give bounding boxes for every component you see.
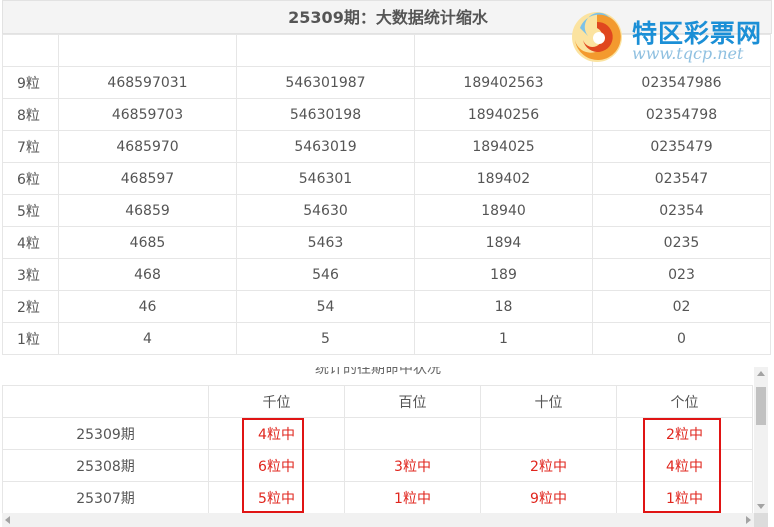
row-label: 7粒: [2, 130, 59, 163]
number-cell: 1894: [414, 226, 593, 259]
row-label: 4粒: [2, 226, 59, 259]
number-cell: 02354: [592, 194, 771, 227]
table-row: 4粒 4685 5463 1894 0235: [2, 226, 771, 259]
history-section-title: 统计的往期命中状况: [315, 367, 441, 377]
hit-cell: [344, 417, 481, 450]
number-cell: 5463: [236, 226, 415, 259]
period-label: 25307期: [2, 481, 209, 513]
number-cell: 1: [414, 322, 593, 355]
scroll-thumb[interactable]: [756, 387, 766, 425]
history-row: 25309期 4粒中 2粒中: [2, 417, 753, 450]
number-cell: 4685: [58, 226, 237, 259]
hit-cell: 4粒中: [208, 417, 345, 450]
number-cell: 0235: [592, 226, 771, 259]
horizontal-scrollbar[interactable]: [2, 513, 754, 527]
row-label: 6粒: [2, 162, 59, 195]
number-cell: 546301: [236, 162, 415, 195]
number-cell: 18: [414, 290, 593, 323]
column-header: 千位: [208, 385, 345, 418]
number-cell: 54630198: [236, 98, 415, 131]
history-row: 25307期 5粒中 1粒中 9粒中 1粒中: [2, 481, 753, 513]
column-header: [2, 385, 209, 418]
scrollbar-corner: [754, 513, 768, 527]
column-header: 个位: [616, 385, 753, 418]
vertical-scrollbar[interactable]: [754, 367, 768, 513]
hit-cell: 6粒中: [208, 449, 345, 482]
row-label: 9粒: [2, 66, 59, 99]
history-header-row: 千位 百位 十位 个位: [2, 385, 753, 418]
number-cell: 546301987: [236, 66, 415, 99]
row-label: 1粒: [2, 322, 59, 355]
history-table: 千位 百位 十位 个位 25309期 4粒中 2粒中 25308期 6粒中 3粒中 2粒中 4粒中 25…: [2, 385, 753, 513]
site-logo[interactable]: 特区彩票网 www.tqcp.net: [570, 8, 770, 64]
row-label: 5粒: [2, 194, 59, 227]
period-label: 25308期: [2, 449, 209, 482]
number-cell: 468: [58, 258, 237, 291]
logo-url: www.tqcp.net: [632, 44, 744, 63]
table-row: 6粒 468597 546301 189402 023547: [2, 162, 771, 195]
hit-cell: 1粒中: [616, 481, 753, 513]
column-header: 十位: [480, 385, 617, 418]
table-row: 5粒 46859 54630 18940 02354: [2, 194, 771, 227]
hit-cell: 5粒中: [208, 481, 345, 513]
swirl-logo-icon: [572, 12, 622, 62]
number-cell: 189402563: [414, 66, 593, 99]
number-cell: 02354798: [592, 98, 771, 131]
number-cell: 1894025: [414, 130, 593, 163]
hit-cell: 3粒中: [344, 449, 481, 482]
hit-cell: 1粒中: [344, 481, 481, 513]
number-cell: 5463019: [236, 130, 415, 163]
number-cell: 4: [58, 322, 237, 355]
table-row: 9粒 468597031 546301987 189402563 023547986: [2, 66, 771, 99]
period-label: 25309期: [2, 417, 209, 450]
table-row: 8粒 46859703 54630198 18940256 02354798: [2, 98, 771, 131]
number-cell: 023: [592, 258, 771, 291]
number-cell: 02: [592, 290, 771, 323]
table-row: 3粒 468 546 189 023: [2, 258, 771, 291]
row-label: 2粒: [2, 290, 59, 323]
history-row: 25308期 6粒中 3粒中 2粒中 4粒中: [2, 449, 753, 482]
number-cell: 0235479: [592, 130, 771, 163]
history-panel[interactable]: 统计的往期命中状况 千位 百位 十位 个位 25309期 4粒中 2粒中 25308期 6粒中 3…: [2, 367, 768, 513]
scroll-up-arrow-icon[interactable]: [757, 371, 765, 376]
number-cell: 0: [592, 322, 771, 355]
row-label: 3粒: [2, 258, 59, 291]
number-cell: 5: [236, 322, 415, 355]
number-cell: 023547: [592, 162, 771, 195]
scroll-down-arrow-icon[interactable]: [757, 504, 765, 509]
number-cell: 189402: [414, 162, 593, 195]
number-cell: 46: [58, 290, 237, 323]
number-cell: 46859703: [58, 98, 237, 131]
hit-cell: 2粒中: [480, 449, 617, 482]
hit-cell: 2粒中: [616, 417, 753, 450]
number-cell: 023547986: [592, 66, 771, 99]
scroll-right-arrow-icon[interactable]: [746, 516, 751, 524]
hit-cell: [480, 417, 617, 450]
number-cell: 189: [414, 258, 593, 291]
number-cell: 18940: [414, 194, 593, 227]
number-cell: 46859: [58, 194, 237, 227]
row-label: 8粒: [2, 98, 59, 131]
column-header: 百位: [344, 385, 481, 418]
hit-cell: 9粒中: [480, 481, 617, 513]
number-cell: 546: [236, 258, 415, 291]
table-row: 7粒 4685970 5463019 1894025 0235479: [2, 130, 771, 163]
number-cell: 54630: [236, 194, 415, 227]
number-cell: 468597: [58, 162, 237, 195]
table-row: 2粒 46 54 18 02: [2, 290, 771, 323]
number-cell: 54: [236, 290, 415, 323]
number-cell: 4685970: [58, 130, 237, 163]
scroll-left-arrow-icon[interactable]: [5, 516, 10, 524]
number-cell: 468597031: [58, 66, 237, 99]
hit-cell: 4粒中: [616, 449, 753, 482]
table-row: 1粒 4 5 1 0: [2, 322, 771, 355]
shrink-stats-table: 9粒 468597031 546301987 189402563 023547986 8粒…: [2, 34, 771, 355]
number-cell: 18940256: [414, 98, 593, 131]
